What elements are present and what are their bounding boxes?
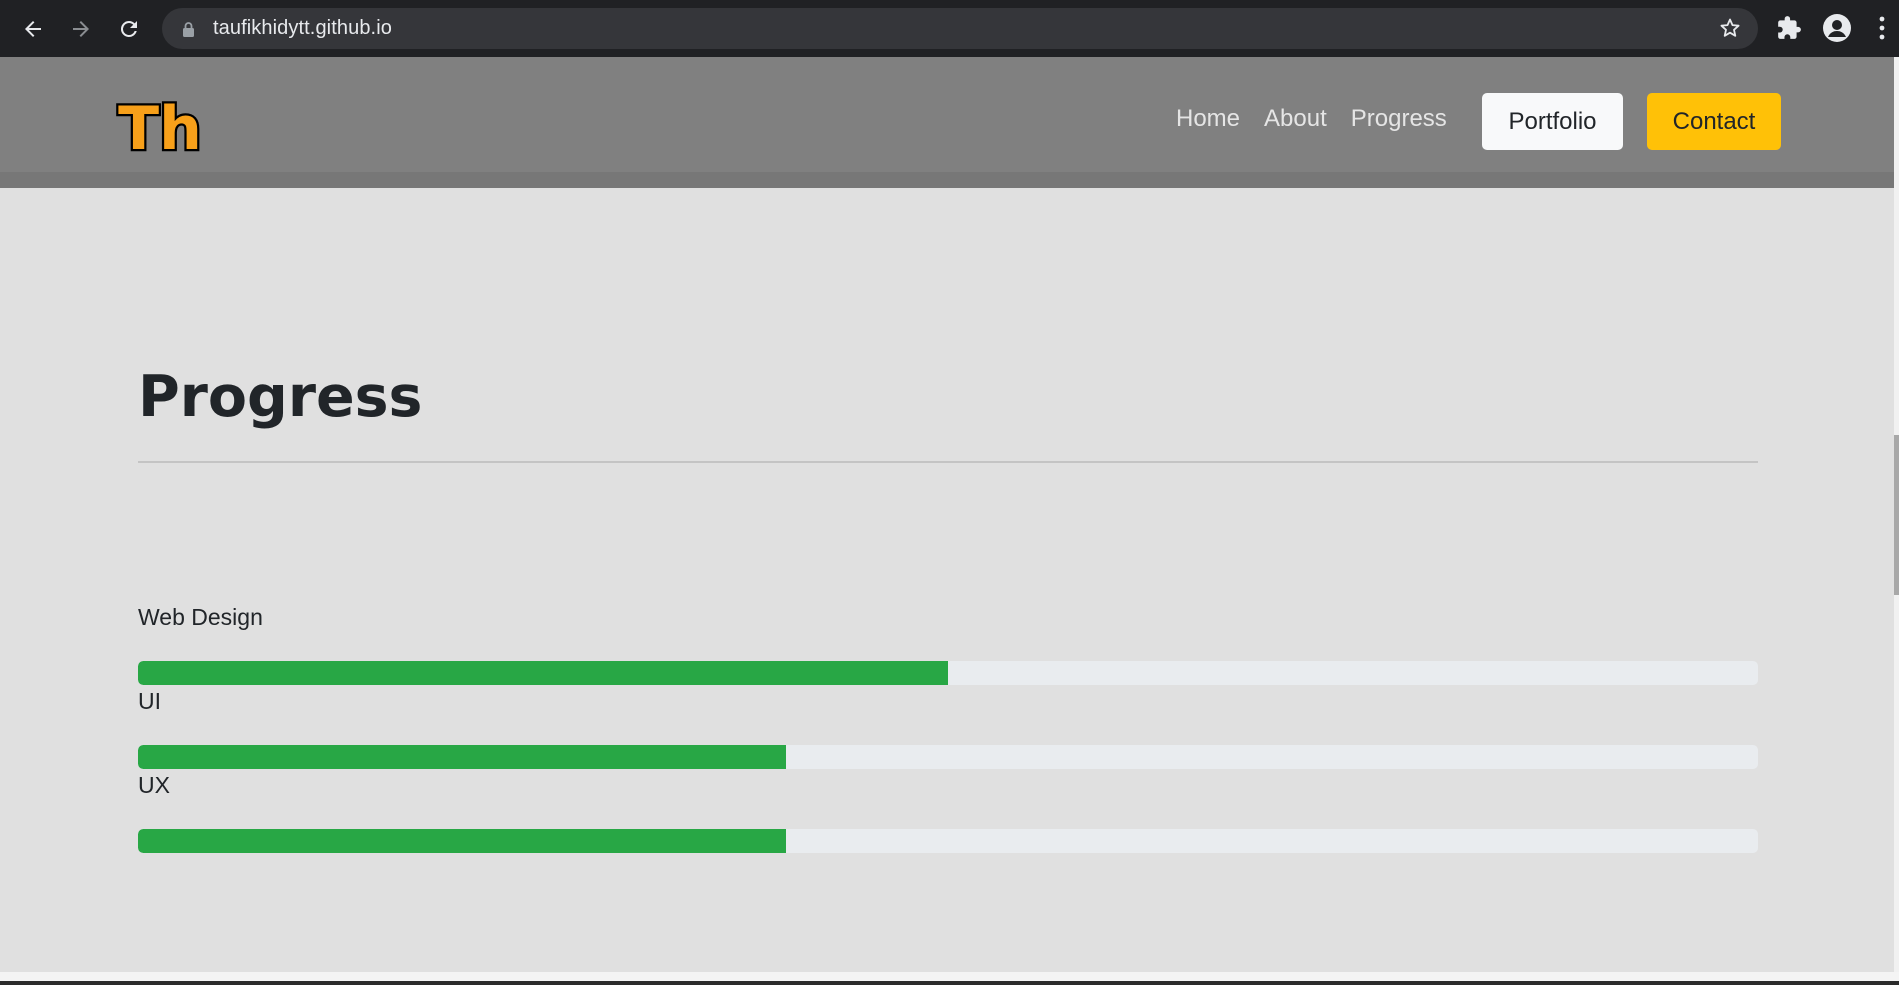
progress-fill <box>138 829 786 853</box>
url-text[interactable]: taufikhidytt.github.io <box>213 17 392 40</box>
profile-icon[interactable] <box>1822 13 1852 43</box>
nav-link-about[interactable]: About <box>1264 105 1327 134</box>
forward-icon[interactable] <box>64 12 98 46</box>
puzzle-icon[interactable] <box>1776 15 1802 41</box>
reload-icon[interactable] <box>112 12 146 46</box>
site-navbar: Th Home About Progress Portfolio Contact <box>0 57 1894 172</box>
scrollbar[interactable] <box>1894 57 1899 972</box>
section-title: Progress <box>138 364 423 430</box>
contact-button[interactable]: Contact <box>1647 93 1781 150</box>
portfolio-button[interactable]: Portfolio <box>1482 93 1623 150</box>
lock-icon[interactable] <box>182 21 195 37</box>
progress-fill <box>138 745 786 769</box>
nav-link-home[interactable]: Home <box>1176 105 1240 134</box>
logo-text: Th <box>118 94 202 159</box>
progress-bar <box>138 829 1758 853</box>
address-bar[interactable]: taufikhidytt.github.io <box>162 8 1758 49</box>
progress-bar <box>138 661 1758 685</box>
progress-fill <box>138 661 948 685</box>
back-icon[interactable] <box>16 12 50 46</box>
bookmark-star-icon[interactable] <box>1718 16 1742 45</box>
scrollbar-thumb[interactable] <box>1894 435 1899 595</box>
page-bottom-edge <box>0 972 1899 985</box>
section-divider <box>138 461 1758 463</box>
kebab-menu-icon[interactable] <box>1878 14 1886 42</box>
skill-label: UI <box>138 688 161 714</box>
site-logo[interactable]: Th <box>114 93 206 159</box>
progress-bar <box>138 745 1758 769</box>
browser-toolbar: taufikhidytt.github.io <box>0 0 1899 57</box>
navbar-shadow <box>0 172 1894 188</box>
nav-link-progress[interactable]: Progress <box>1351 105 1447 134</box>
nav-links: Home About Progress <box>1176 105 1447 134</box>
page-viewport: Th Home About Progress Portfolio Contact… <box>0 57 1899 985</box>
skill-label: UX <box>138 772 170 798</box>
skill-label: Web Design <box>138 604 263 630</box>
